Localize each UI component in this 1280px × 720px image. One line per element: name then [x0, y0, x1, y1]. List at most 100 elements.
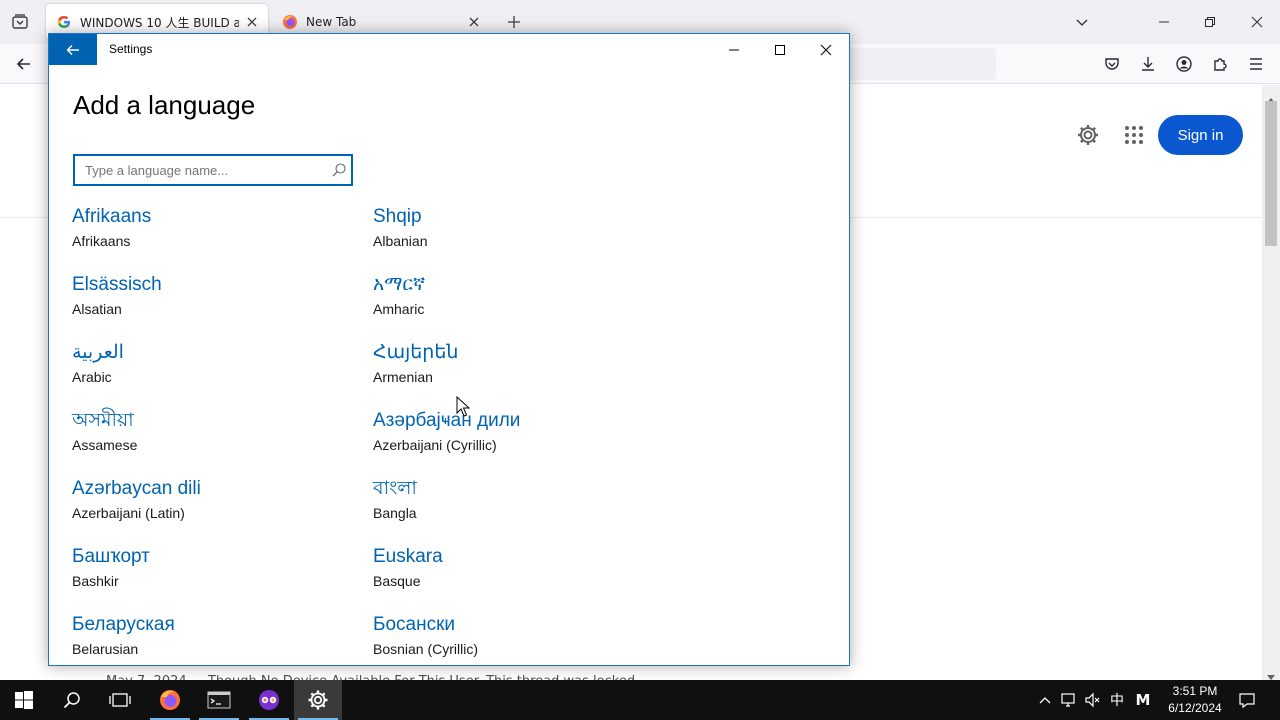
page-scrollbar[interactable] — [1262, 85, 1280, 680]
language-search-input[interactable] — [75, 156, 325, 184]
language-native-name: বাংলা — [373, 478, 417, 499]
language-item[interactable]: Elsässisch Alsatian — [72, 272, 362, 332]
show-hidden-icons-icon[interactable] — [1036, 690, 1054, 710]
tab-title: WINDOWS 10 人生 BUILD archive — [80, 15, 240, 30]
scroll-up-icon[interactable] — [1266, 89, 1276, 103]
language-item[interactable]: Башҡорт Bashkir — [72, 544, 362, 604]
google-icon — [56, 14, 72, 30]
language-native-name: অসমীয়া — [72, 410, 134, 431]
firefox-taskbar-button[interactable] — [146, 680, 194, 720]
task-view-button[interactable] — [96, 680, 144, 720]
language-item[interactable]: অসমীয়া Assamese — [72, 408, 362, 468]
account-icon[interactable] — [1172, 52, 1196, 76]
language-native-name: Shqip — [373, 206, 422, 227]
language-item[interactable]: Afrikaans Afrikaans — [72, 204, 362, 264]
close-icon[interactable] — [1243, 8, 1271, 36]
language-english-name: Basque — [373, 573, 421, 589]
ime-mode-indicator[interactable]: M — [1134, 690, 1152, 710]
close-button[interactable] — [803, 34, 849, 65]
scroll-down-icon[interactable] — [1266, 667, 1276, 680]
scrollbar-thumb[interactable] — [1265, 101, 1277, 246]
pocket-icon[interactable] — [1100, 52, 1124, 76]
close-icon[interactable] — [466, 14, 482, 30]
language-english-name: Azerbaijani (Cyrillic) — [373, 437, 497, 453]
language-item[interactable]: Euskara Basque — [373, 544, 663, 604]
language-english-name: Bosnian (Cyrillic) — [373, 641, 479, 657]
back-arrow-icon[interactable] — [12, 52, 36, 76]
task-view-icon — [109, 693, 131, 707]
mouse-cursor-icon — [456, 396, 470, 417]
gear-icon[interactable] — [1076, 123, 1100, 147]
language-english-name: Belarusian — [72, 641, 139, 657]
back-button[interactable] — [49, 34, 97, 65]
language-item[interactable]: Shqip Albanian — [373, 204, 663, 264]
language-item[interactable]: العربية Arabic — [72, 340, 362, 400]
language-item[interactable]: Azərbaycan dili Azerbaijani (Latin) — [72, 476, 362, 536]
language-item[interactable]: Հայերեն Armenian — [373, 340, 663, 400]
back-arrow-icon — [66, 44, 79, 55]
language-english-name: Albanian — [373, 233, 428, 249]
download-icon[interactable] — [1136, 52, 1160, 76]
extensions-icon[interactable] — [1208, 52, 1232, 76]
chevron-down-icon[interactable] — [1068, 8, 1096, 36]
language-native-name: Հայերեն — [373, 342, 459, 363]
restore-icon[interactable] — [1196, 8, 1224, 36]
language-search-box[interactable] — [73, 154, 353, 186]
language-native-name: Elsässisch — [72, 274, 162, 295]
window-title: Settings — [109, 42, 153, 56]
language-english-name: Alsatian — [72, 301, 122, 317]
close-icon[interactable] — [245, 14, 258, 30]
firefox-icon — [160, 690, 180, 710]
app-taskbar-button[interactable] — [245, 680, 293, 720]
language-native-name: Azərbaycan dili — [72, 478, 201, 499]
language-item[interactable]: አማርኛ Amharic — [373, 272, 663, 332]
apps-grid-icon[interactable] — [1122, 123, 1146, 147]
language-native-name: Afrikaans — [72, 206, 152, 227]
close-icon — [820, 44, 832, 55]
search-icon — [63, 692, 80, 709]
start-icon — [15, 691, 33, 709]
volume-muted-icon[interactable] — [1084, 690, 1102, 710]
language-english-name: Assamese — [72, 437, 138, 453]
clock-time: 3:51 PM — [1172, 684, 1218, 698]
language-english-name: Azerbaijani (Latin) — [72, 505, 185, 521]
settings-window: Settings Add a language Afrikaans Afrika… — [48, 33, 850, 666]
search-button[interactable] — [48, 680, 96, 720]
maximize-button[interactable] — [757, 34, 803, 65]
language-native-name: አማርኛ — [373, 274, 426, 295]
minimize-icon[interactable] — [1150, 8, 1178, 36]
terminal-taskbar-button[interactable] — [195, 680, 243, 720]
tab-list-icon[interactable] — [8, 10, 32, 34]
language-item[interactable]: Беларуская Belarusian — [72, 612, 362, 665]
page-title: Add a language — [73, 90, 256, 120]
language-native-name: Euskara — [373, 546, 443, 567]
language-english-name: Armenian — [373, 369, 433, 385]
language-native-name: Башҡорт — [72, 546, 150, 567]
language-native-name: Босански — [373, 614, 456, 635]
settings-titlebar: Settings — [49, 34, 849, 65]
language-english-name: Arabic — [72, 369, 112, 385]
start-button[interactable] — [0, 680, 48, 720]
search-icon[interactable] — [331, 162, 347, 178]
language-english-name: Bashkir — [72, 573, 119, 589]
minimize-button[interactable] — [711, 34, 757, 65]
settings-taskbar-button[interactable] — [294, 680, 342, 720]
sign-in-button[interactable]: Sign in — [1158, 115, 1243, 155]
language-native-name: Азәрбајҹан дили — [373, 410, 521, 431]
network-icon[interactable] — [1060, 690, 1078, 710]
language-item[interactable]: Босански Bosnian (Cyrillic) — [373, 612, 663, 665]
ime-language-indicator[interactable]: 中 — [1108, 690, 1126, 710]
firefox-icon — [282, 14, 298, 30]
notifications-icon[interactable] — [1238, 690, 1256, 710]
maximize-icon — [775, 44, 785, 55]
language-item[interactable]: Азәрбајҹан дили Azerbaijani (Cyrillic) — [373, 408, 663, 468]
menu-icon[interactable] — [1244, 52, 1268, 76]
language-native-name: Беларуская — [72, 614, 175, 635]
tab-title: New Tab — [306, 15, 357, 29]
language-item[interactable]: বাংলা Bangla — [373, 476, 663, 536]
url-bar[interactable] — [848, 48, 996, 80]
new-tab-icon[interactable] — [504, 12, 524, 32]
minimize-icon — [729, 49, 739, 50]
language-native-name: العربية — [72, 342, 124, 363]
system-clock[interactable]: 3:51 PM 6/12/2024 — [1164, 683, 1226, 717]
